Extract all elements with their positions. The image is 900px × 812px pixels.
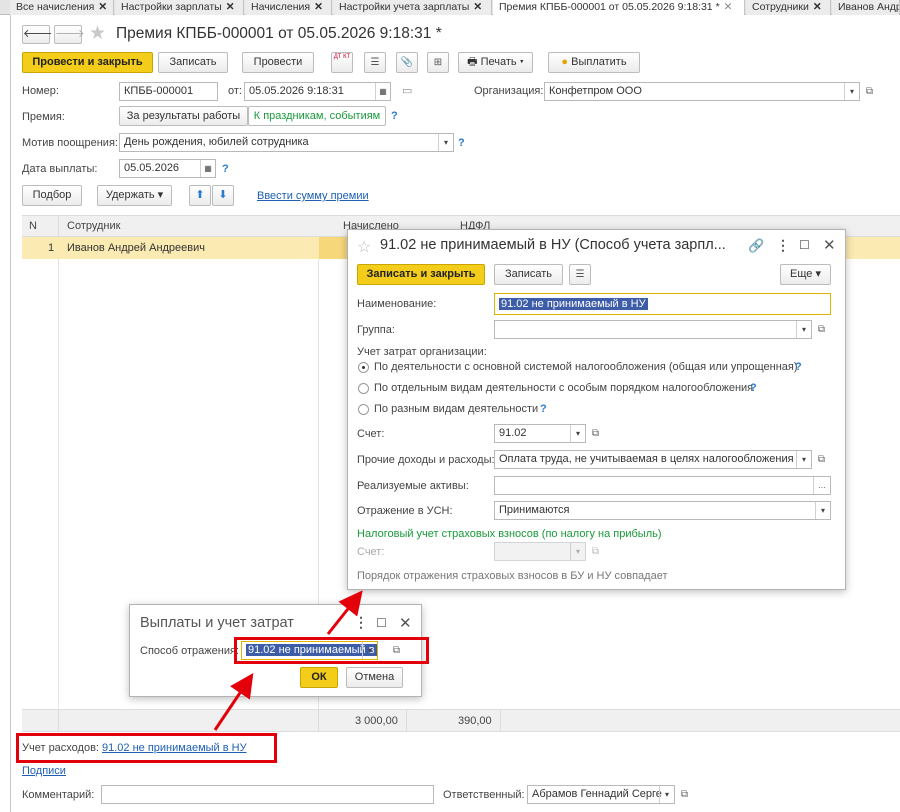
arrow-to-payments	[213, 673, 254, 731]
arrow-to-method	[326, 590, 363, 635]
annotation-arrows	[213, 590, 363, 731]
